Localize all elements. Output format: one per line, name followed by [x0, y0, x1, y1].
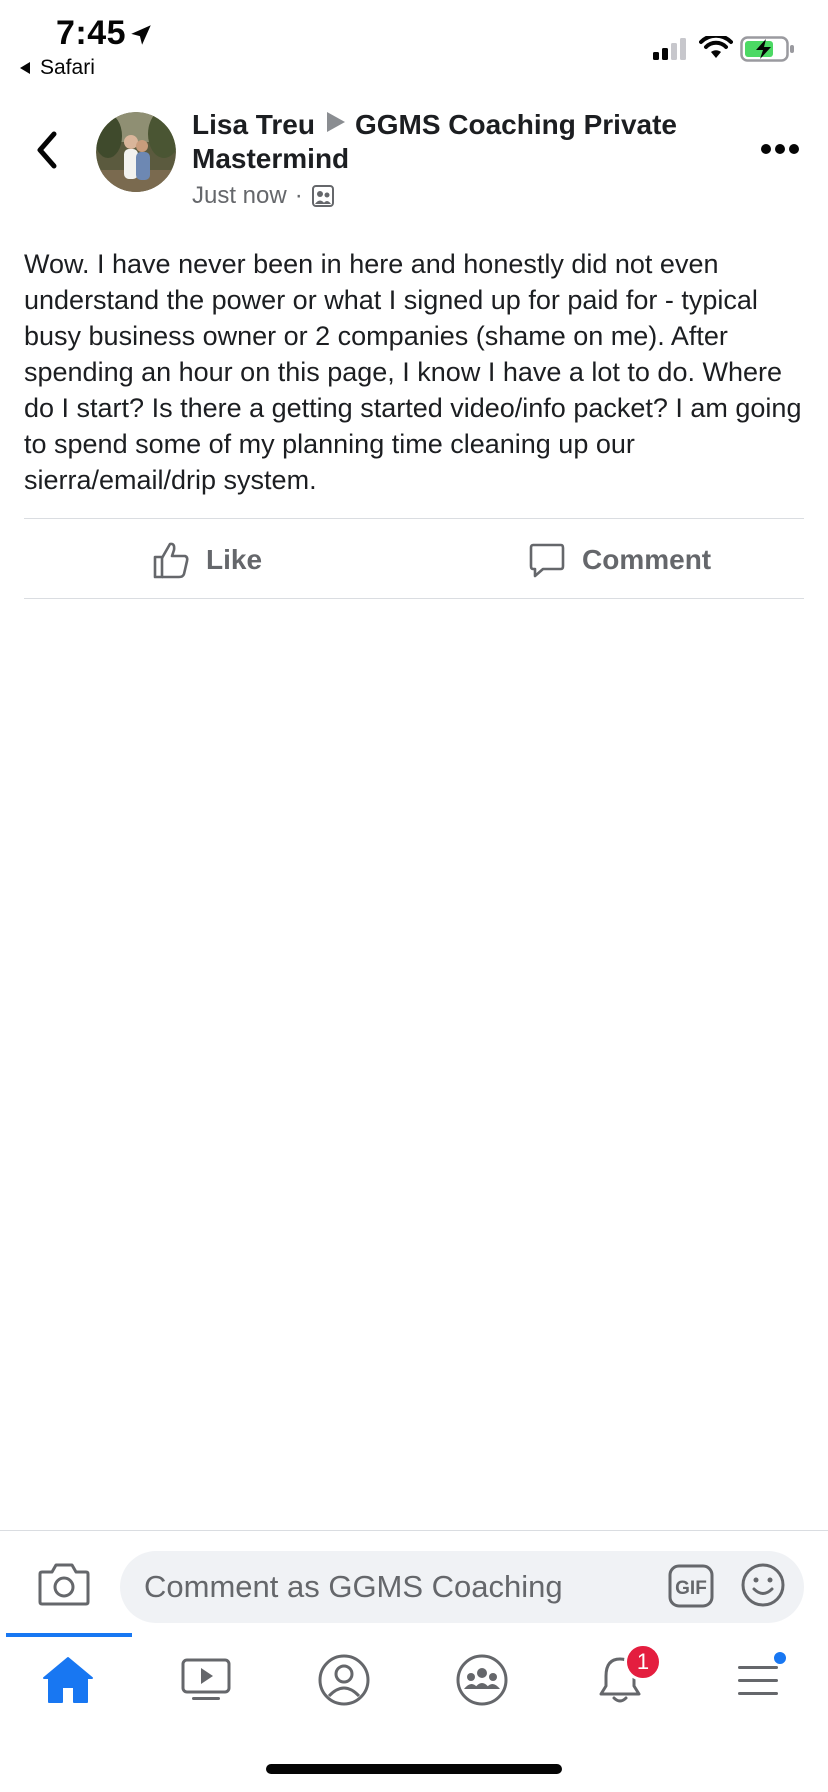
signal-icon	[653, 38, 686, 60]
author-name-link[interactable]: Lisa Treu	[192, 109, 315, 140]
back-triangle-icon	[20, 62, 30, 74]
watch-icon	[181, 1658, 231, 1700]
battery-charging-icon	[740, 36, 794, 62]
menu-notification-dot	[772, 1650, 788, 1666]
wifi-icon	[699, 36, 733, 58]
post-header-title: Lisa Treu GGMS Coaching Private Mastermin…	[192, 108, 712, 176]
shared-to-arrow-icon	[326, 112, 345, 132]
home-icon	[43, 1657, 93, 1703]
post-timestamp[interactable]: Just now	[192, 182, 287, 210]
back-to-safari-link[interactable]: Safari	[18, 56, 95, 80]
comment-input-placeholder: Comment as GGMS Coaching	[144, 1569, 563, 1604]
like-label: Like	[206, 544, 263, 575]
menu-icon	[738, 1666, 778, 1695]
notification-count-badge: 1	[624, 1643, 662, 1681]
post-body-text: Wow. I have never been in here and hones…	[24, 249, 802, 495]
home-indicator[interactable]	[266, 1764, 562, 1774]
back-button[interactable]	[30, 128, 64, 172]
svg-text:GIF: GIF	[675, 1578, 707, 1599]
comment-bubble-icon	[529, 543, 565, 578]
profile-icon	[318, 1654, 370, 1706]
actions-top-divider	[24, 518, 804, 519]
emoji-icon[interactable]	[740, 1562, 786, 1608]
gif-icon[interactable]: GIF	[668, 1564, 714, 1608]
post-meta: Just now ·	[192, 182, 335, 210]
meta-separator: ·	[294, 182, 303, 209]
author-avatar[interactable]	[96, 112, 176, 192]
actions-bottom-divider	[24, 598, 804, 599]
thumbs-up-icon	[153, 542, 189, 579]
tab-profile[interactable]	[316, 1652, 372, 1708]
camera-icon[interactable]	[38, 1560, 90, 1606]
like-button[interactable]: Like	[152, 538, 262, 582]
back-app-label: Safari	[40, 56, 95, 79]
more-options-icon[interactable]	[760, 142, 800, 156]
groups-icon	[456, 1654, 508, 1706]
location-arrow-icon	[131, 25, 151, 45]
group-members-icon	[311, 185, 334, 207]
tab-home[interactable]	[40, 1652, 96, 1708]
composer-divider	[0, 1530, 828, 1531]
status-time: 7:45	[56, 14, 127, 52]
comment-button[interactable]: Comment	[528, 538, 711, 582]
tab-watch[interactable]	[178, 1652, 234, 1708]
tab-groups[interactable]	[454, 1652, 510, 1708]
comment-label: Comment	[582, 544, 712, 575]
active-tab-indicator	[6, 1633, 132, 1637]
